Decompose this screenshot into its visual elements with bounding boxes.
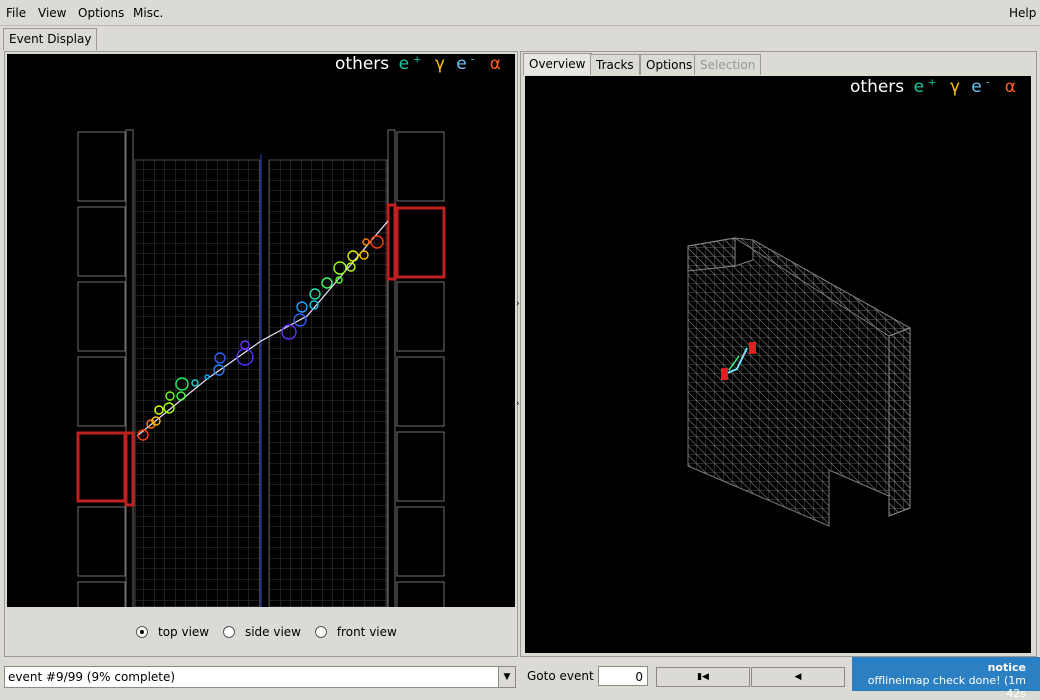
chamber-right	[268, 159, 388, 607]
legend-gamma: γ	[434, 54, 445, 74]
legend-alpha: α	[489, 54, 501, 74]
step-back-icon[interactable]: ◀	[751, 667, 845, 687]
menu-file[interactable]: File	[6, 6, 26, 20]
legend-positron: e +	[399, 54, 422, 74]
legend-positron: e +	[914, 77, 937, 97]
legend-electron-label: e	[971, 77, 982, 97]
notification-title: notice	[987, 661, 1026, 674]
legend-others: others	[850, 77, 905, 97]
menu-options[interactable]: Options	[78, 6, 124, 20]
legend-electron: e-	[456, 54, 474, 74]
tab-options[interactable]: Options	[640, 54, 699, 75]
legend-positron-label: e	[913, 77, 925, 97]
detector-wireframe	[687, 237, 912, 527]
legend-positron-label: e	[398, 54, 410, 74]
legend-alpha: α	[1004, 77, 1016, 97]
menu-bar: File View Options Misc. Help	[0, 0, 1040, 26]
menu-view[interactable]: View	[38, 6, 66, 20]
legend-gamma: γ	[949, 77, 960, 97]
side-view-label[interactable]: side view	[245, 625, 301, 639]
legend-electron-sup: -	[470, 54, 475, 66]
menu-help[interactable]: Help	[1009, 6, 1036, 20]
legend-positron-sup: +	[413, 54, 422, 66]
skip-first-icon[interactable]: ▮◀	[656, 667, 750, 687]
goto-label: Goto event	[527, 669, 594, 683]
particle-legend: others e + γ e- α	[335, 54, 505, 74]
right-calorimeter	[387, 129, 445, 607]
event-selector[interactable]: event #9/99 (9% complete) ▼	[4, 666, 516, 688]
legend-electron-label: e	[456, 54, 467, 74]
legend-electron: e-	[971, 77, 989, 97]
3d-detector-drawing	[687, 237, 912, 527]
particle-legend-3d: others e + γ e- α	[850, 77, 1020, 97]
view-selector: top view side view front view	[136, 625, 407, 641]
tab-selection: Selection	[694, 54, 762, 75]
front-view-radio[interactable]	[314, 626, 327, 638]
top-view-label[interactable]: top view	[158, 625, 209, 639]
tab-event-display[interactable]: Event Display	[3, 28, 98, 50]
front-view-label[interactable]: front view	[337, 625, 397, 639]
legend-positron-sup: +	[928, 77, 937, 89]
goto-event-input[interactable]: 0	[598, 666, 648, 686]
top-view-canvas[interactable]: others e + γ e- α	[7, 54, 515, 607]
tab-overview[interactable]: Overview	[523, 53, 592, 75]
menu-misc[interactable]: Misc.	[133, 6, 163, 20]
notification-message: offlineimap check done! (1m 42s	[867, 674, 1026, 700]
legend-others: others	[335, 54, 390, 74]
event-status: event #9/99 (9% complete)	[8, 670, 176, 684]
tab-tracks[interactable]: Tracks	[590, 54, 640, 75]
left-calorimeter	[77, 129, 134, 607]
side-view-radio[interactable]	[222, 626, 235, 638]
chevron-down-icon[interactable]: ▼	[498, 667, 515, 687]
3d-view-canvas[interactable]: others e + γ e- α	[525, 76, 1031, 653]
notification-popup[interactable]: notice offlineimap check done! (1m 42s	[852, 657, 1040, 700]
legend-electron-sup: -	[985, 77, 990, 89]
top-view-radio[interactable]	[136, 626, 148, 638]
top-view-drawing	[76, 129, 446, 607]
